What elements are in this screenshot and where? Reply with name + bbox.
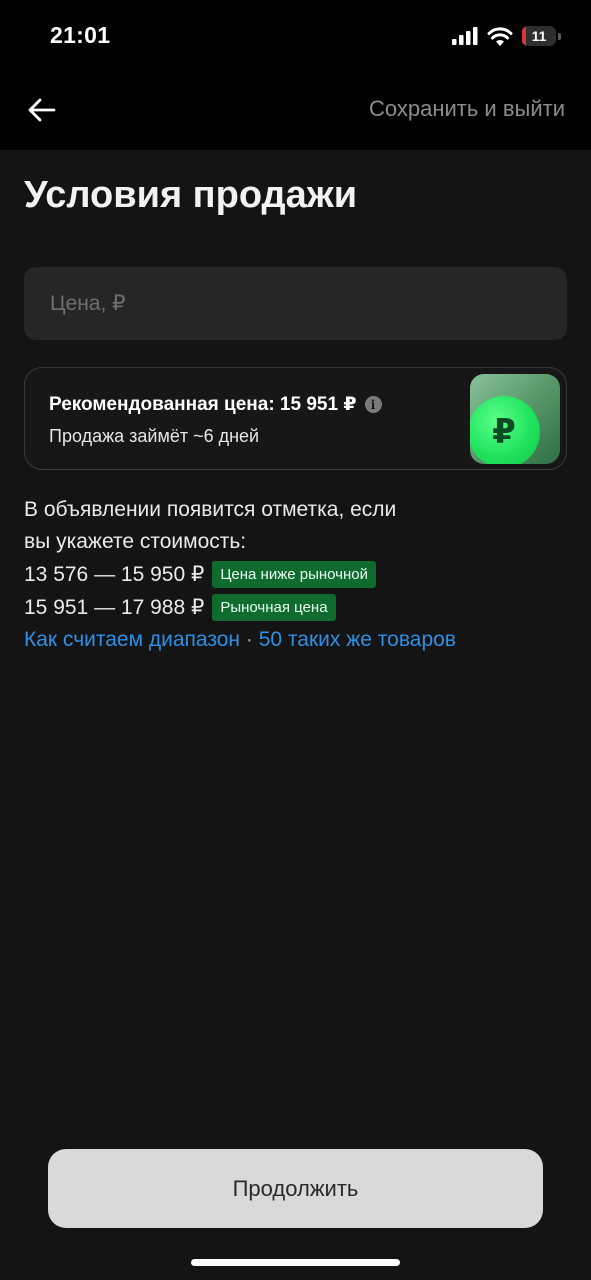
recommended-price-title: Рекомендованная цена: 15 951 ₽ i: [49, 393, 382, 416]
link-separator: ·: [245, 628, 253, 651]
wifi-icon: [487, 26, 513, 46]
info-icon[interactable]: i: [364, 396, 382, 413]
market-price-tag: Рыночная цена: [212, 594, 336, 621]
sale-time-estimate: Продажа займёт ~6 дней: [49, 426, 260, 446]
battery-icon: 11: [522, 26, 556, 46]
status-time: 21:01: [50, 22, 111, 48]
similar-items-link[interactable]: 50 таких же товаров: [259, 628, 456, 651]
range-value: 15 951 — 17 988 ₽: [24, 595, 205, 619]
home-indicator: [191, 1259, 400, 1266]
how-range-calculated-link[interactable]: Как считаем диапазон: [24, 628, 240, 651]
below-market-tag: Цена ниже рыночной: [212, 561, 377, 588]
price-field[interactable]: [24, 267, 567, 340]
nav-bar: Сохранить и выйти: [0, 76, 591, 150]
recommended-price-text: Рекомендованная цена: 15 951 ₽: [49, 394, 357, 415]
cellular-signal-icon: [452, 27, 478, 45]
battery-level: [522, 26, 526, 46]
continue-button[interactable]: Продолжить: [48, 1149, 543, 1228]
info-links: Как считаем диапазон · 50 таких же товар…: [24, 624, 544, 656]
info-line-1: В объявлении появится отметка, если: [24, 498, 397, 521]
range-value: 13 576 — 15 950 ₽: [24, 562, 205, 586]
save-and-exit-button[interactable]: Сохранить и выйти: [369, 96, 565, 122]
arrow-left-icon: [28, 98, 56, 122]
status-bar: 21:01 11: [0, 0, 591, 76]
page-title: Условия продажи: [24, 174, 358, 216]
range-row-below-market: 13 576 — 15 950 ₽ Цена ниже рыночной: [24, 558, 544, 591]
info-line-2: вы укажете стоимость:: [24, 530, 247, 553]
ruble-coin-icon: ₽: [470, 374, 560, 464]
price-range-info: В объявлении появится отметка, если вы у…: [24, 494, 544, 656]
recommended-price-card[interactable]: Рекомендованная цена: 15 951 ₽ i Продажа…: [24, 367, 567, 470]
battery-nub: [558, 32, 561, 40]
back-button[interactable]: [22, 90, 62, 130]
battery-percent: 11: [531, 28, 547, 44]
range-row-market: 15 951 — 17 988 ₽ Рыночная цена: [24, 591, 544, 624]
ruble-coin: ₽: [470, 396, 540, 464]
status-icons: 11: [452, 26, 561, 46]
price-input[interactable]: [48, 290, 567, 317]
